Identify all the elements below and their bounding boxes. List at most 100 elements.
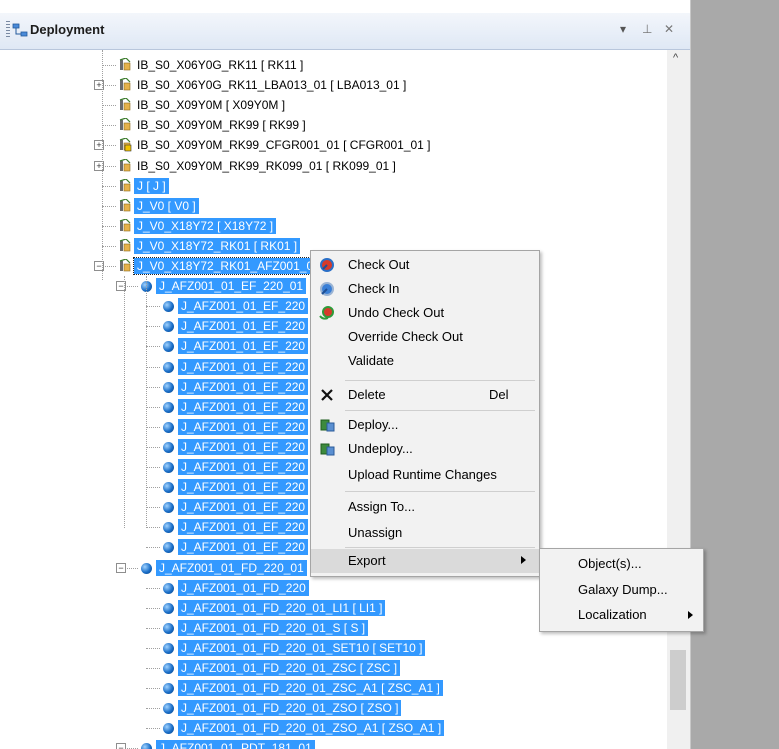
tree-row-label: IB_S0_X09Y0M [ X09Y0M ] [137, 98, 286, 113]
object-instance-icon [141, 743, 152, 749]
menu-item-assign-to[interactable]: Assign To... [311, 495, 539, 519]
tree-connector [146, 587, 160, 589]
tree-row-label: J_AFZ001_01_EF_220_01 [156, 278, 307, 295]
tree-row[interactable]: J_V0 [ V0 ] [0, 197, 660, 215]
context-menu: Check Out Check In Undo Check Out Overri… [310, 250, 540, 577]
tree-row[interactable]: − J_AFZ001_01_PDT_181_01 [0, 739, 660, 749]
scroll-thumb[interactable] [670, 650, 686, 710]
tree-connector [146, 306, 160, 308]
menu-item-check-in[interactable]: Check In [311, 277, 539, 301]
tree-row[interactable]: J_V0_X18Y72 [ X18Y72 ] [0, 217, 660, 235]
collapse-icon[interactable]: − [116, 562, 126, 573]
area-instance-icon [119, 98, 131, 111]
menu-separator [345, 380, 535, 381]
tree-row-label: J_AFZ001_01_FD_220 [178, 579, 309, 596]
tree-row-label: J_AFZ001_01_FD_220_01_ZSO [ ZSO ] [178, 700, 402, 717]
submenu-item-label: Localization [578, 607, 647, 622]
menu-item-deploy[interactable]: Deploy... [311, 413, 539, 437]
object-instance-icon [163, 421, 174, 433]
object-instance-icon [163, 703, 174, 715]
tree-row[interactable]: IB_S0_X09Y0M [ X09Y0M ] [0, 96, 660, 114]
menu-item-upload-runtime-changes[interactable]: Upload Runtime Changes [311, 463, 539, 487]
tree-row-label: IB_S0_X06Y0G_RK11_LBA013_01 [ LBA013_01 … [137, 78, 407, 93]
collapse-icon[interactable]: − [116, 743, 126, 749]
tree-row-label: IB_S0_X06Y0G_RK11 [ RK11 ] [137, 58, 304, 72]
tree-row[interactable]: J_AFZ001_01_FD_220_01_ZSC_A1 [ ZSC_A1 ] [0, 679, 660, 697]
menu-item-validate[interactable]: Validate [311, 349, 539, 373]
menu-item-override-check-out[interactable]: Override Check Out [311, 325, 539, 349]
object-instance-icon [163, 301, 174, 313]
tree-row-label: J_AFZ001_01_EF_220 [178, 519, 309, 536]
tree-connector [102, 105, 116, 107]
object-instance-icon [163, 381, 174, 393]
submenu-item-galaxy-dump[interactable]: Galaxy Dump... [540, 578, 703, 602]
area-instance-icon [119, 178, 131, 191]
tree-row[interactable]: J_AFZ001_01_FD_220_01_ZSO [ ZSO ] [0, 699, 660, 717]
menu-item-label: Undo Check Out [348, 305, 445, 320]
drag-grip[interactable] [6, 21, 10, 39]
tree-row-label: J_AFZ001_01_EF_220 [178, 438, 309, 455]
undo-check-out-icon [319, 306, 334, 320]
locked-instance-icon [119, 138, 132, 152]
tree-row[interactable]: J [ J ] [0, 177, 660, 195]
object-instance-icon [163, 642, 174, 654]
tree-connector [102, 125, 116, 127]
deploy-icon [320, 419, 335, 432]
object-instance-icon [163, 602, 174, 614]
tree-connector [102, 225, 116, 227]
menu-item-export[interactable]: Export [311, 549, 539, 573]
pin-icon[interactable]: ⊥ [642, 22, 652, 36]
menu-item-label: Assign To... [348, 499, 415, 514]
tree-row[interactable]: J_AFZ001_01_FD_220_01_ZSO_A1 [ ZSO_A1 ] [0, 719, 660, 737]
tree-connector [146, 547, 160, 549]
menu-item-label: Validate [348, 353, 395, 368]
tree-row-label: J_AFZ001_01_EF_220 [178, 418, 309, 435]
menu-separator [345, 491, 535, 492]
tree-connector [146, 467, 160, 468]
tree-connector [146, 406, 160, 408]
submenu-item-objects[interactable]: Object(s)... [540, 552, 703, 576]
tree-row-label: J_AFZ001_01_EF_220 [178, 358, 309, 375]
menu-item-unassign[interactable]: Unassign [311, 521, 539, 545]
menu-item-label: Delete [348, 387, 386, 402]
menu-item-delete[interactable]: Delete Del [311, 383, 539, 407]
menu-item-undeploy[interactable]: Undeploy... [311, 437, 539, 461]
menu-item-check-out[interactable]: Check Out [311, 253, 539, 277]
object-instance-icon [163, 542, 174, 554]
object-instance-icon [163, 663, 174, 674]
tree-connector [124, 286, 138, 288]
tree-row[interactable]: J_AFZ001_01_FD_220_01_ZSC [ ZSC ] [0, 659, 660, 677]
menu-item-undo-check-out[interactable]: Undo Check Out [311, 301, 539, 325]
object-instance-icon [163, 622, 174, 634]
tree-connector [146, 446, 160, 448]
tree-row[interactable]: J_AFZ001_01_FD_220_01_SET10 [ SET10 ] [0, 639, 660, 657]
menu-separator [345, 410, 535, 411]
object-instance-icon [163, 723, 174, 735]
tree-row-label: J_AFZ001_01_PDT_181_01 [156, 740, 315, 749]
tree-row[interactable]: + IB_S0_X06Y0G_RK11_LBA013_01 [ LBA013_01… [0, 76, 660, 94]
tree-row[interactable]: IB_S0_X06Y0G_RK11 [ RK11 ] [0, 56, 660, 74]
tree-row-label: J_AFZ001_01_EF_220 [178, 298, 309, 315]
object-instance-icon [163, 482, 174, 494]
menu-item-label: Check Out [348, 257, 410, 272]
scroll-up-icon[interactable]: ^ [673, 52, 678, 64]
tree-guide-line [146, 276, 147, 528]
check-in-icon [320, 282, 334, 296]
vertical-scrollbar[interactable]: ^ [667, 50, 690, 749]
close-icon[interactable]: ✕ [664, 22, 674, 36]
tree-connector [102, 165, 116, 167]
tree-row[interactable]: + IB_S0_X09Y0M_RK99_RK099_01 [ RK099_01 ] [0, 157, 660, 175]
tree-row-label: J_AFZ001_01_EF_220 [178, 499, 309, 516]
submenu-item-localization[interactable]: Localization [540, 603, 703, 627]
tree-row[interactable]: IB_S0_X09Y0M_RK99 [ RK99 ] [0, 116, 660, 134]
tree-row-label: J_V0 [ V0 ] [134, 197, 199, 214]
menu-item-label: Override Check Out [348, 329, 463, 344]
tree-row-label: J_AFZ001_01_EF_220 [178, 378, 309, 395]
tree-connector [102, 145, 116, 147]
dropdown-arrow-icon[interactable]: ▾ [620, 22, 626, 36]
tree-row-label: J [ J ] [134, 177, 169, 194]
tree-row[interactable]: + IB_S0_X09Y0M_RK99_CFGR001_01 [ CFGR001_… [0, 136, 660, 154]
tree-connector [146, 668, 160, 669]
tree-guide-line [102, 50, 103, 280]
menu-item-label: Upload Runtime Changes [348, 467, 497, 482]
